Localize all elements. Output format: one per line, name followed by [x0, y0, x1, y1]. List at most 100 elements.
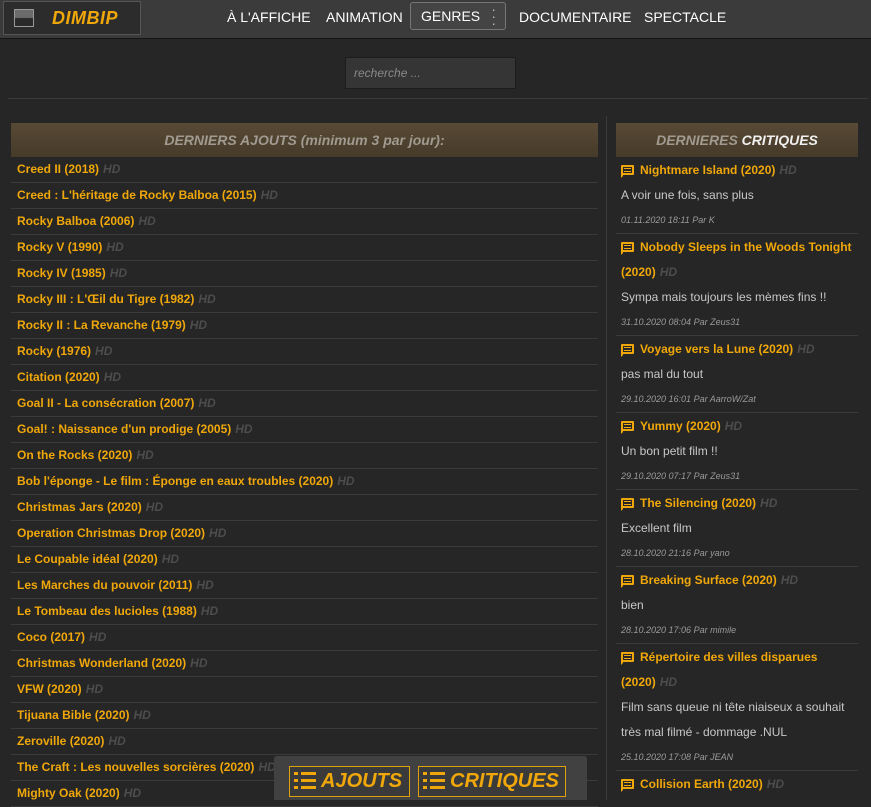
critique-meta: 31.10.2020 08:04 Par Zeus31	[621, 317, 741, 327]
latest-addition-item[interactable]: Creed : L'héritage de Rocky Balboa (2015…	[11, 183, 598, 209]
movie-title-link[interactable]: Christmas Jars (2020)	[17, 500, 142, 514]
latest-addition-item[interactable]: Christmas Wonderland (2020) HD	[11, 651, 598, 677]
movie-title-link[interactable]: Le Tombeau des lucioles (1988)	[17, 604, 197, 618]
movie-title-link[interactable]: Rocky V (1990)	[17, 240, 102, 254]
comment-icon	[621, 165, 634, 178]
latest-addition-item[interactable]: Rocky (1976) HD	[11, 339, 598, 365]
movie-title-link[interactable]: Christmas Wonderland (2020)	[17, 656, 186, 670]
critique-text: pas mal du tout	[621, 367, 704, 381]
nav-documentaire[interactable]: DOCUMENTAIRE	[519, 9, 632, 25]
critique-item: Répertoire des villes disparues (2020) HD…	[616, 645, 858, 771]
critique-meta: 25.10.2020 17:08 Par JEAN	[621, 752, 734, 762]
movie-title-link[interactable]: Zeroville (2020)	[17, 734, 104, 748]
tab-ajouts-label: AJOUTS	[321, 770, 403, 792]
latest-addition-item[interactable]: Goal II - La consécration (2007) HD	[11, 391, 598, 417]
movie-title-link[interactable]: Creed : L'héritage de Rocky Balboa (2015…	[17, 188, 257, 202]
hd-badge: HD	[659, 675, 678, 689]
hd-badge: HD	[337, 474, 355, 488]
critique-title-link[interactable]: Yummy (2020) HD	[621, 414, 858, 439]
search-input[interactable]	[345, 57, 516, 89]
hd-badge: HD	[724, 419, 743, 433]
movie-title-link[interactable]: Bob l'éponge - Le film : Éponge en eaux …	[17, 474, 333, 488]
latest-addition-item[interactable]: Le Tombeau des lucioles (1988) HD	[11, 599, 598, 625]
movie-title-link[interactable]: VFW (2020)	[17, 682, 82, 696]
comment-icon	[621, 575, 634, 588]
latest-addition-item[interactable]: Rocky V (1990) HD	[11, 235, 598, 261]
critique-title-link[interactable]: Collision Earth (2020) HD	[621, 772, 858, 797]
critique-title-link[interactable]: Nightmare Island (2020) HD	[621, 158, 858, 183]
latest-addition-item[interactable]: Bob l'éponge - Le film : Éponge en eaux …	[11, 469, 598, 495]
tab-critiques-label: CRITIQUES	[450, 770, 559, 792]
comment-icon	[621, 779, 634, 792]
critique-title-link[interactable]: Répertoire des villes disparues (2020) HD	[621, 645, 858, 695]
latest-addition-item[interactable]: Rocky III : L'Œil du Tigre (1982) HD	[11, 287, 598, 313]
tab-critiques[interactable]: CRITIQUES	[418, 766, 566, 797]
site-logo[interactable]: DIMBIP	[3, 1, 141, 35]
nav-spectacle[interactable]: SPECTACLE	[644, 9, 726, 25]
divider	[8, 98, 868, 99]
latest-addition-item[interactable]: Rocky Balboa (2006) HD	[11, 209, 598, 235]
critique-text: Sympa mais toujours les mèmes fins !!	[621, 290, 827, 304]
movie-title-link[interactable]: Rocky Balboa (2006)	[17, 214, 134, 228]
nav-a-laffiche[interactable]: À L'AFFICHE	[227, 9, 311, 25]
site-name: DIMBIP	[52, 8, 118, 28]
hd-badge: HD	[190, 656, 208, 670]
movie-title-link[interactable]: Tijuana Bible (2020)	[17, 708, 129, 722]
movie-title-link[interactable]: Citation (2020)	[17, 370, 100, 384]
movie-title-link[interactable]: Les Marches du pouvoir (2011)	[17, 578, 192, 592]
latest-addition-item[interactable]: Zeroville (2020) HD	[11, 729, 598, 755]
tab-ajouts[interactable]: AJOUTS	[289, 766, 410, 797]
critique-meta: 28.10.2020 17:06 Par mimile	[621, 625, 737, 635]
movie-title-link[interactable]: Coco (2017)	[17, 630, 85, 644]
movie-title-link[interactable]: Rocky III : L'Œil du Tigre (1982)	[17, 292, 194, 306]
critique-title-link[interactable]: Voyage vers la Lune (2020) HD	[621, 337, 858, 362]
movie-title-link[interactable]: Rocky IV (1985)	[17, 266, 106, 280]
critique-title-link[interactable]: Breaking Surface (2020) HD	[621, 568, 858, 593]
movie-title-link[interactable]: On the Rocks (2020)	[17, 448, 132, 462]
latest-addition-item[interactable]: Goal! : Naissance d'un prodige (2005) HD	[11, 417, 598, 443]
latest-addition-item[interactable]: Le Coupable idéal (2020) HD	[11, 547, 598, 573]
latest-critiques-list: Nightmare Island (2020) HD A voir une fois…	[616, 157, 858, 797]
critique-meta: 29.10.2020 16:01 Par AarroW/Zat	[621, 394, 756, 404]
critique-movie-title: Breaking Surface (2020)	[640, 573, 777, 587]
column-divider	[606, 116, 607, 800]
latest-addition-item[interactable]: Coco (2017) HD	[11, 625, 598, 651]
movie-title-link[interactable]: The Craft : Les nouvelles sorcières (202…	[17, 760, 254, 774]
hd-badge: HD	[109, 266, 128, 280]
latest-addition-item[interactable]: Les Marches du pouvoir (2011) HD	[11, 573, 598, 599]
critique-item: Collision Earth (2020) HD	[616, 772, 858, 797]
top-navigation-bar: DIMBIP À L'AFFICHE ANIMATION GENRES · · · …	[0, 0, 871, 39]
critique-title-link[interactable]: Nobody Sleeps in the Woods Tonight (2020…	[621, 235, 858, 285]
movie-title-link[interactable]: Operation Christmas Drop (2020)	[17, 526, 205, 540]
latest-addition-item[interactable]: Rocky II : La Revanche (1979) HD	[11, 313, 598, 339]
nav-animation[interactable]: ANIMATION	[326, 9, 403, 25]
comment-icon	[621, 344, 634, 357]
nav-genres-label: GENRES	[421, 8, 481, 24]
critique-meta: 01.11.2020 18:11 Par K	[621, 215, 715, 225]
critique-movie-title: Yummy (2020)	[640, 419, 721, 433]
movie-title-link[interactable]: Goal! : Naissance d'un prodige (2005)	[17, 422, 231, 436]
hd-badge: HD	[780, 573, 799, 587]
hd-badge: HD	[136, 448, 154, 462]
movie-title-link[interactable]: Le Coupable idéal (2020)	[17, 552, 158, 566]
latest-addition-item[interactable]: Operation Christmas Drop (2020) HD	[11, 521, 598, 547]
latest-addition-item[interactable]: Creed II (2018) HD	[11, 157, 598, 183]
critique-movie-title: Nightmare Island (2020)	[640, 163, 776, 177]
movie-title-link[interactable]: Rocky (1976)	[17, 344, 91, 358]
movie-title-link[interactable]: Rocky II : La Revanche (1979)	[17, 318, 186, 332]
latest-addition-item[interactable]: Christmas Jars (2020) HD	[11, 495, 598, 521]
hd-badge: HD	[133, 708, 151, 722]
critique-title-link[interactable]: The Silencing (2020) HD	[621, 491, 858, 516]
latest-addition-item[interactable]: VFW (2020) HD	[11, 677, 598, 703]
nav-genres-dropdown[interactable]: GENRES · · ·	[410, 2, 506, 30]
latest-addition-item[interactable]: On the Rocks (2020) HD	[11, 443, 598, 469]
hd-badge: HD	[103, 162, 121, 176]
critique-text: A voir une fois, sans plus	[621, 188, 754, 202]
latest-addition-item[interactable]: Citation (2020) HD	[11, 365, 598, 391]
movie-title-link[interactable]: Mighty Oak (2020)	[17, 786, 120, 800]
movie-title-link[interactable]: Goal II - La consécration (2007)	[17, 396, 194, 410]
latest-addition-item[interactable]: Rocky IV (1985) HD	[11, 261, 598, 287]
latest-addition-item[interactable]: Tijuana Bible (2020) HD	[11, 703, 598, 729]
comment-icon	[621, 652, 634, 665]
movie-title-link[interactable]: Creed II (2018)	[17, 162, 99, 176]
